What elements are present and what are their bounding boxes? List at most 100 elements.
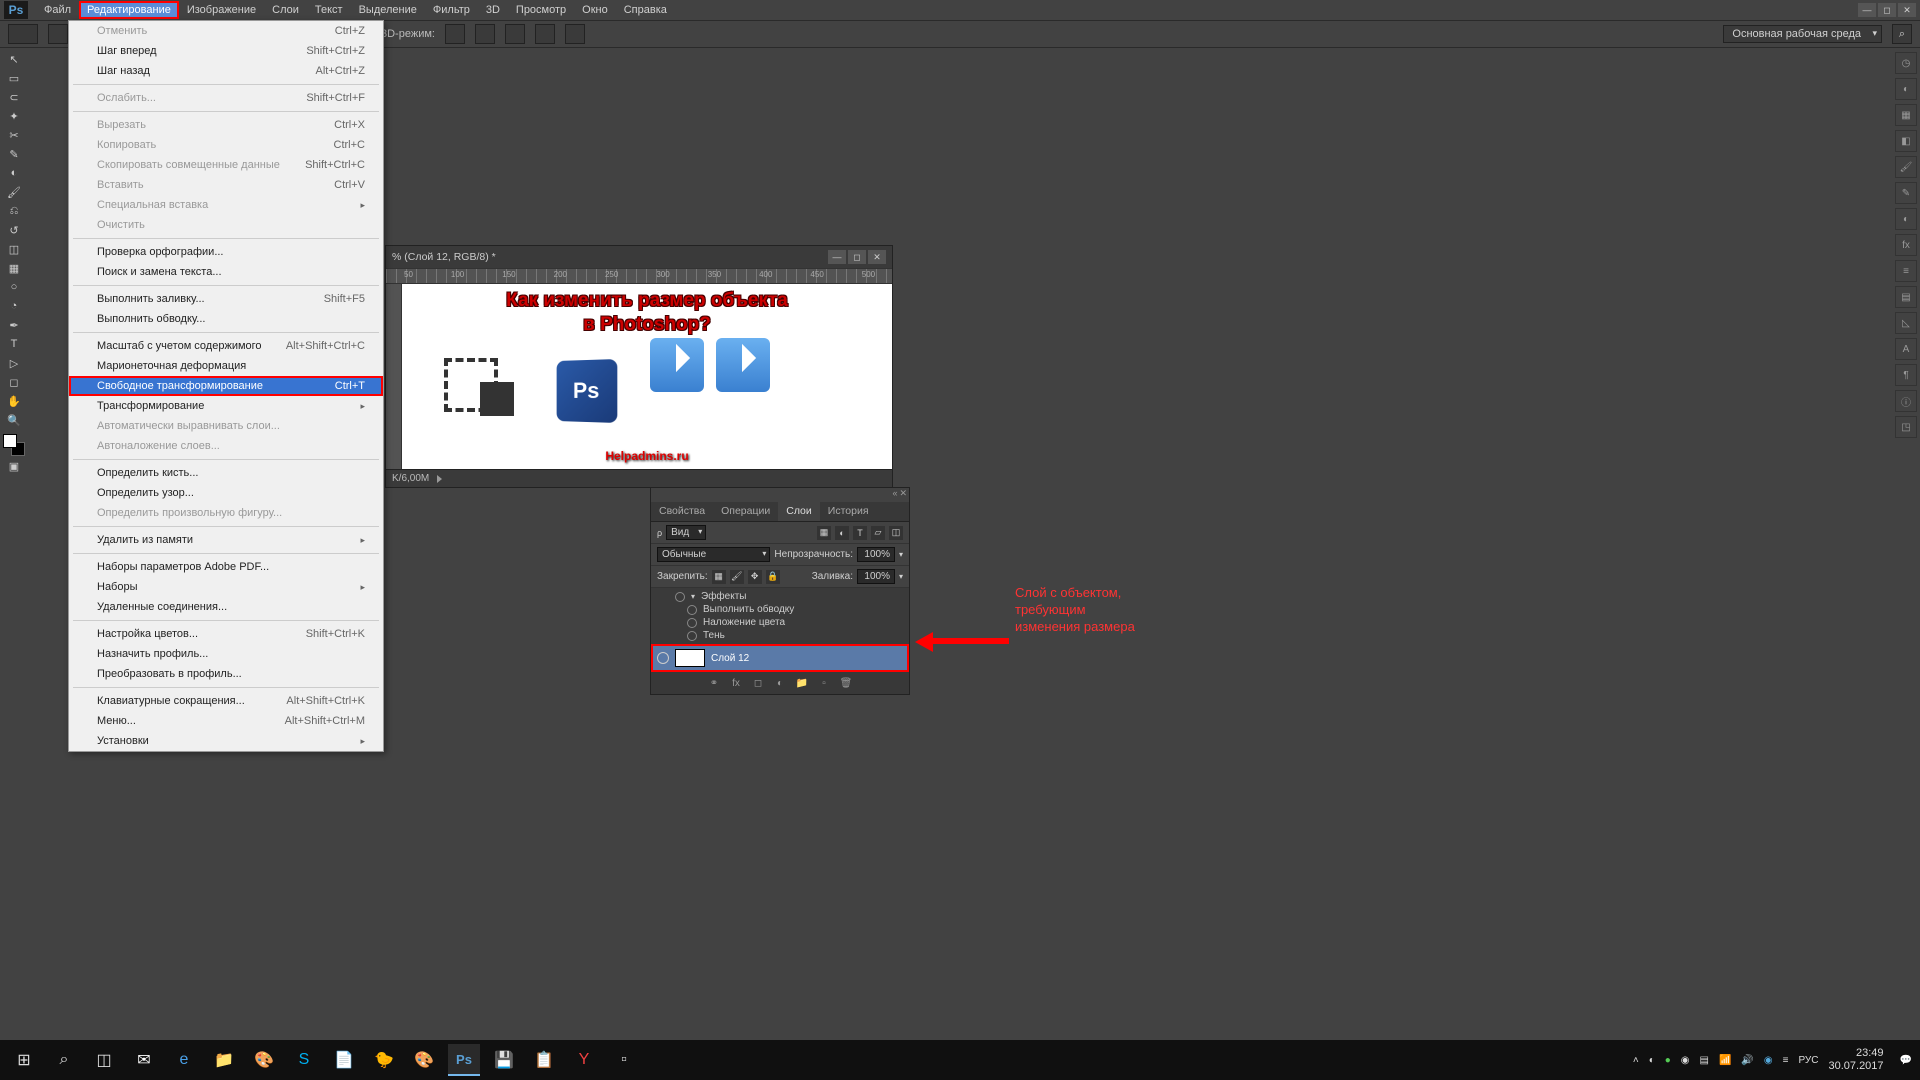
eyedropper-tool-icon[interactable]: ✎ xyxy=(2,145,26,163)
adjust-panel-icon[interactable]: ◐ xyxy=(1895,208,1917,230)
doc-maximize-icon[interactable]: ◻ xyxy=(848,250,866,264)
gradient-tool-icon[interactable]: ▦ xyxy=(2,259,26,277)
menu-image[interactable]: Изображение xyxy=(179,1,264,19)
swatches-panel-icon[interactable]: ▦ xyxy=(1895,104,1917,126)
tray-icon-6[interactable]: ≡ xyxy=(1783,1055,1789,1066)
ruler-vertical[interactable] xyxy=(386,284,402,469)
layers-panel-icon[interactable]: ≡ xyxy=(1895,260,1917,282)
layer-thumbnail[interactable] xyxy=(675,649,705,667)
tray-network-icon[interactable]: 📶 xyxy=(1719,1055,1731,1066)
taskview-icon[interactable]: ◫ xyxy=(88,1044,120,1076)
menu-item[interactable]: Меню...Alt+Shift+Ctrl+M xyxy=(69,711,383,731)
brush-tool-icon[interactable]: 🖌 xyxy=(2,183,26,201)
menu-item[interactable]: Шаг назадAlt+Ctrl+Z xyxy=(69,61,383,81)
lasso-tool-icon[interactable]: ⊂ xyxy=(2,88,26,106)
tray-notifications-icon[interactable]: 💬 xyxy=(1900,1055,1912,1066)
menu-item[interactable]: Проверка орфографии... xyxy=(69,242,383,262)
filter-smart-icon[interactable]: ◫ xyxy=(889,526,903,540)
menu-help[interactable]: Справка xyxy=(616,1,675,19)
3d-icon-1[interactable] xyxy=(445,24,465,44)
tray-icon-2[interactable]: ● xyxy=(1665,1055,1671,1066)
tab-actions[interactable]: Операции xyxy=(713,502,778,521)
dodge-tool-icon[interactable]: ◔ xyxy=(2,297,26,315)
color-panel-icon[interactable]: ◐ xyxy=(1895,78,1917,100)
menu-item[interactable]: Специальная вставка▸ xyxy=(69,195,383,215)
fx-icon[interactable]: fx xyxy=(729,676,743,690)
opt-icon-1[interactable] xyxy=(48,24,68,44)
ruler-horizontal[interactable]: 5010015020025030035040045050055060065070… xyxy=(386,268,892,284)
effect-stroke[interactable]: Выполнить обводку xyxy=(651,603,909,616)
channels-panel-icon[interactable]: ▤ xyxy=(1895,286,1917,308)
menu-item[interactable]: Определить кисть... xyxy=(69,463,383,483)
menu-item[interactable]: Назначить профиль... xyxy=(69,644,383,664)
menu-item[interactable]: КопироватьCtrl+C xyxy=(69,135,383,155)
menu-item[interactable]: ОтменитьCtrl+Z xyxy=(69,21,383,41)
app-icon-7[interactable]: Y xyxy=(568,1044,600,1076)
layer-visibility-icon[interactable] xyxy=(657,652,669,664)
menu-filter[interactable]: Фильтр xyxy=(425,1,478,19)
filter-shape-icon[interactable]: ▱ xyxy=(871,526,885,540)
blend-mode-select[interactable]: Обычные xyxy=(657,547,770,562)
start-button-icon[interactable]: ⊞ xyxy=(8,1044,40,1076)
tab-layers[interactable]: Слои xyxy=(778,502,820,521)
eraser-tool-icon[interactable]: ◫ xyxy=(2,240,26,258)
blur-tool-icon[interactable]: ○ xyxy=(2,278,26,296)
app-icon-6[interactable]: 📋 xyxy=(528,1044,560,1076)
tray-lang[interactable]: РУС xyxy=(1798,1055,1818,1066)
crop-tool-icon[interactable]: ✂ xyxy=(2,126,26,144)
app-icon-8[interactable]: ▫ xyxy=(608,1044,640,1076)
document-titlebar[interactable]: % (Слой 12, RGB/8) * — ◻ ✕ xyxy=(386,246,892,268)
effect-shadow[interactable]: Тень xyxy=(651,629,909,642)
document-canvas[interactable]: Как изменить размер объекта в Photoshop?… xyxy=(402,284,892,469)
menu-item[interactable]: Установки▸ xyxy=(69,731,383,751)
effect-color-overlay[interactable]: Наложение цвета xyxy=(651,616,909,629)
menu-item[interactable]: Выполнить заливку...Shift+F5 xyxy=(69,289,383,309)
opacity-field[interactable]: 100% xyxy=(857,547,895,562)
fill-field[interactable]: 100% xyxy=(857,569,895,584)
brush-panel-icon[interactable]: 🖌 xyxy=(1895,156,1917,178)
effect-visibility-icon[interactable] xyxy=(687,618,697,628)
app-icon-5[interactable]: 💾 xyxy=(488,1044,520,1076)
menu-item[interactable]: Скопировать совмещенные данныеShift+Ctrl… xyxy=(69,155,383,175)
menu-view[interactable]: Просмотр xyxy=(508,1,574,19)
tray-icon-4[interactable]: ▤ xyxy=(1700,1055,1709,1066)
tab-properties[interactable]: Свойства xyxy=(651,502,713,521)
lock-position-icon[interactable]: ✥ xyxy=(748,570,762,584)
shape-tool-icon[interactable]: ◻ xyxy=(2,373,26,391)
menu-item[interactable]: Определить произвольную фигуру... xyxy=(69,503,383,523)
menu-file[interactable]: Файл xyxy=(36,1,79,19)
menu-item[interactable]: Марионеточная деформация xyxy=(69,356,383,376)
status-chevron-icon[interactable] xyxy=(437,475,442,483)
menu-item[interactable]: Трансформирование▸ xyxy=(69,396,383,416)
menu-item[interactable]: Наборы параметров Adobe PDF... xyxy=(69,557,383,577)
doc-minimize-icon[interactable]: — xyxy=(828,250,846,264)
adjustment-icon[interactable]: ◐ xyxy=(773,676,787,690)
3d-icon-5[interactable] xyxy=(565,24,585,44)
edge-icon[interactable]: e xyxy=(168,1044,200,1076)
lock-transparent-icon[interactable]: ▦ xyxy=(712,570,726,584)
layer-name[interactable]: Слой 12 xyxy=(711,653,749,664)
menu-item[interactable]: Выполнить обводку... xyxy=(69,309,383,329)
link-icon[interactable]: ⚭ xyxy=(707,676,721,690)
tray-chevron-icon[interactable]: ˄ xyxy=(1633,1055,1639,1066)
history-panel-icon[interactable]: ◷ xyxy=(1895,52,1917,74)
app-icon-3[interactable]: 🐤 xyxy=(368,1044,400,1076)
search-icon[interactable]: ⌕ xyxy=(1892,24,1912,44)
panel-collapse-icon[interactable]: « xyxy=(892,488,897,502)
tool-indicator[interactable] xyxy=(8,24,38,44)
styles-panel-icon[interactable]: fx xyxy=(1895,234,1917,256)
3d-icon-3[interactable] xyxy=(505,24,525,44)
search-taskbar-icon[interactable]: ⌕ xyxy=(48,1044,80,1076)
effect-visibility-icon[interactable] xyxy=(687,605,697,615)
char-panel-icon[interactable]: A xyxy=(1895,338,1917,360)
zoom-tool-icon[interactable]: 🔍 xyxy=(2,411,26,429)
color-swatch[interactable] xyxy=(3,434,25,456)
menu-item[interactable]: Удаленные соединения... xyxy=(69,597,383,617)
tab-history[interactable]: История xyxy=(820,502,877,521)
menu-layers[interactable]: Слои xyxy=(264,1,307,19)
panel-close-icon[interactable]: ✕ xyxy=(899,488,907,502)
menu-item[interactable]: ВставитьCtrl+V xyxy=(69,175,383,195)
menu-item[interactable]: Наборы▸ xyxy=(69,577,383,597)
marquee-tool-icon[interactable]: ▭ xyxy=(2,69,26,87)
explorer-icon[interactable]: 📁 xyxy=(208,1044,240,1076)
